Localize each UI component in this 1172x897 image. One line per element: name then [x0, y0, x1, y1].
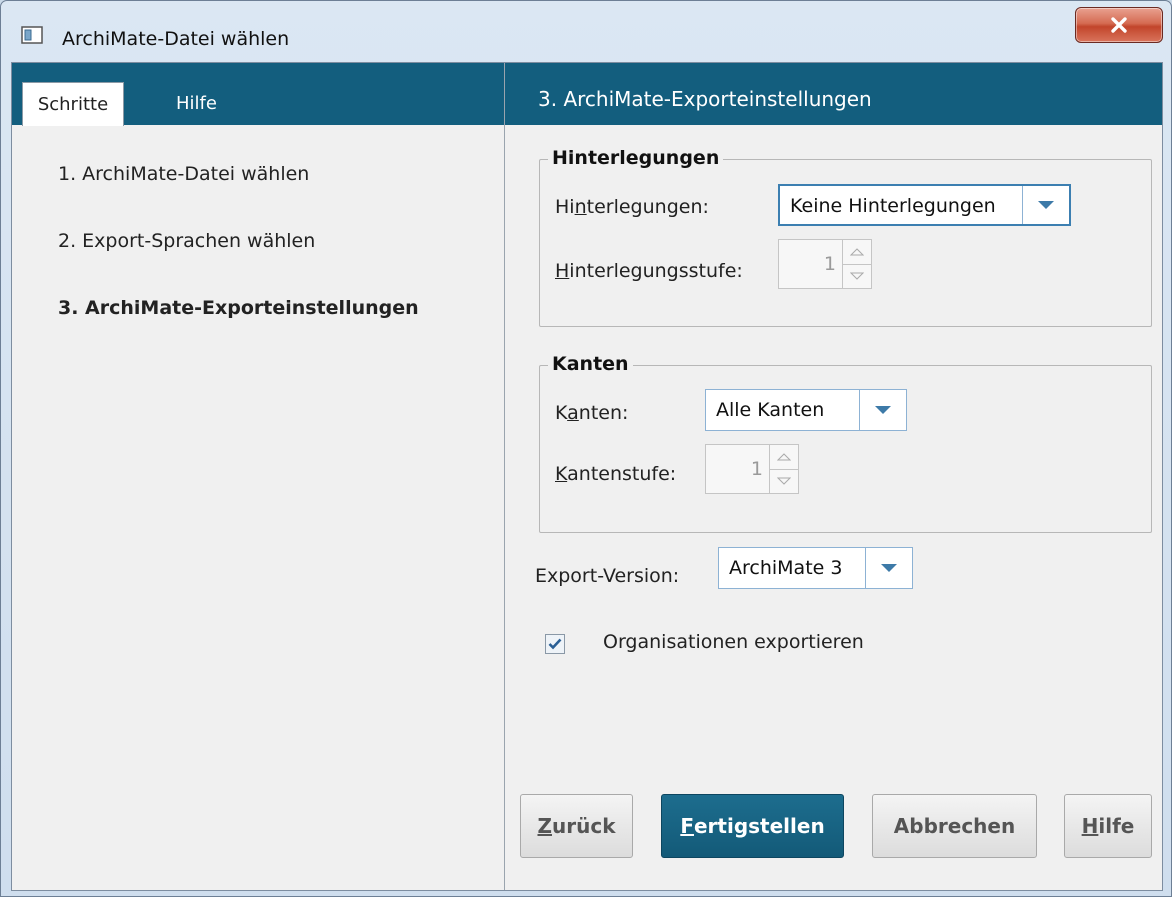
hinterlegungsstufe-value: 1 [823, 253, 836, 275]
hinterlegungen-group-title: Hinterlegungen [548, 147, 724, 169]
kanten-select[interactable]: Alle Kanten [705, 389, 907, 431]
tab-hilfe[interactable]: Hilfe [156, 82, 237, 125]
export-version-value: ArchiMate 3 [729, 557, 843, 579]
spin-up-icon[interactable] [770, 445, 798, 469]
chevron-down-icon [1038, 201, 1054, 209]
kanten-label: Kanten: [555, 402, 629, 424]
check-icon [548, 638, 562, 650]
steps-pane: Schritte Hilfe 1. ArchiMate-Datei wählen… [12, 63, 505, 890]
hinterlegungen-select[interactable]: Keine Hinterlegungen [778, 184, 1071, 226]
chevron-down-icon [875, 406, 891, 414]
hinterlegungen-select-value: Keine Hinterlegungen [790, 195, 996, 217]
tab-bar: Schritte Hilfe [12, 63, 504, 126]
tab-schritte[interactable]: Schritte [22, 82, 124, 126]
page-title-text: 3. ArchiMate-Exporteinstellungen [538, 87, 872, 111]
kanten-dropdown-button[interactable] [859, 390, 906, 430]
spin-up-icon[interactable] [843, 240, 871, 264]
kantenstufe-stepper[interactable]: 1 [705, 444, 799, 494]
kanten-group: Kanten Kanten: Alle Kanten Kantenstufe: … [539, 353, 1152, 533]
step-item-2[interactable]: 2. Export-Sprachen wählen [58, 230, 419, 297]
chevron-down-icon [881, 564, 897, 572]
organisationen-label[interactable]: Organisationen exportieren [603, 631, 864, 653]
window-icon [21, 26, 43, 44]
close-button[interactable] [1075, 7, 1163, 43]
hinterlegungen-dropdown-button[interactable] [1022, 186, 1069, 224]
export-version-label: Export-Version: [535, 565, 680, 587]
help-button[interactable]: Hilfe [1064, 794, 1152, 858]
hinterlegungsstufe-stepper[interactable]: 1 [778, 239, 872, 289]
step-item-3[interactable]: 3. ArchiMate-Exporteinstellungen [58, 297, 419, 364]
close-icon [1111, 17, 1127, 33]
step-list: 1. ArchiMate-Datei wählen 2. Export-Spra… [58, 163, 419, 364]
spin-down-icon[interactable] [770, 468, 798, 494]
organisationen-checkbox[interactable] [545, 634, 565, 654]
hinterlegungen-group: Hinterlegungen Hinterlegungen: Keine Hin… [539, 147, 1152, 327]
back-button[interactable]: Zurück [520, 794, 633, 858]
kantenstufe-label: Kantenstufe: [555, 463, 677, 485]
dialog-client: Schritte Hilfe 1. ArchiMate-Datei wählen… [11, 62, 1163, 891]
title-bar: ArchiMate-Datei wählen [1, 1, 1171, 61]
export-version-select[interactable]: ArchiMate 3 [718, 547, 913, 589]
page-title: 3. ArchiMate-Exporteinstellungen [505, 63, 1162, 125]
spin-down-icon[interactable] [843, 263, 871, 289]
settings-pane: 3. ArchiMate-Exporteinstellungen Hinterl… [505, 63, 1162, 890]
dialog-window: ArchiMate-Datei wählen Schritte Hilfe 1.… [0, 0, 1172, 897]
window-title: ArchiMate-Datei wählen [62, 28, 290, 50]
kanten-group-title: Kanten [548, 353, 633, 375]
kantenstufe-value: 1 [750, 458, 763, 480]
finish-button[interactable]: Fertigstellen [661, 794, 844, 858]
step-item-1[interactable]: 1. ArchiMate-Datei wählen [58, 163, 419, 230]
export-version-dropdown-button[interactable] [865, 548, 912, 588]
kanten-select-value: Alle Kanten [716, 399, 825, 421]
hinterlegungsstufe-label: Hinterlegungsstufe: [555, 260, 743, 282]
cancel-button[interactable]: Abbrechen [872, 794, 1037, 858]
hinterlegungen-label: Hinterlegungen: [555, 196, 709, 218]
